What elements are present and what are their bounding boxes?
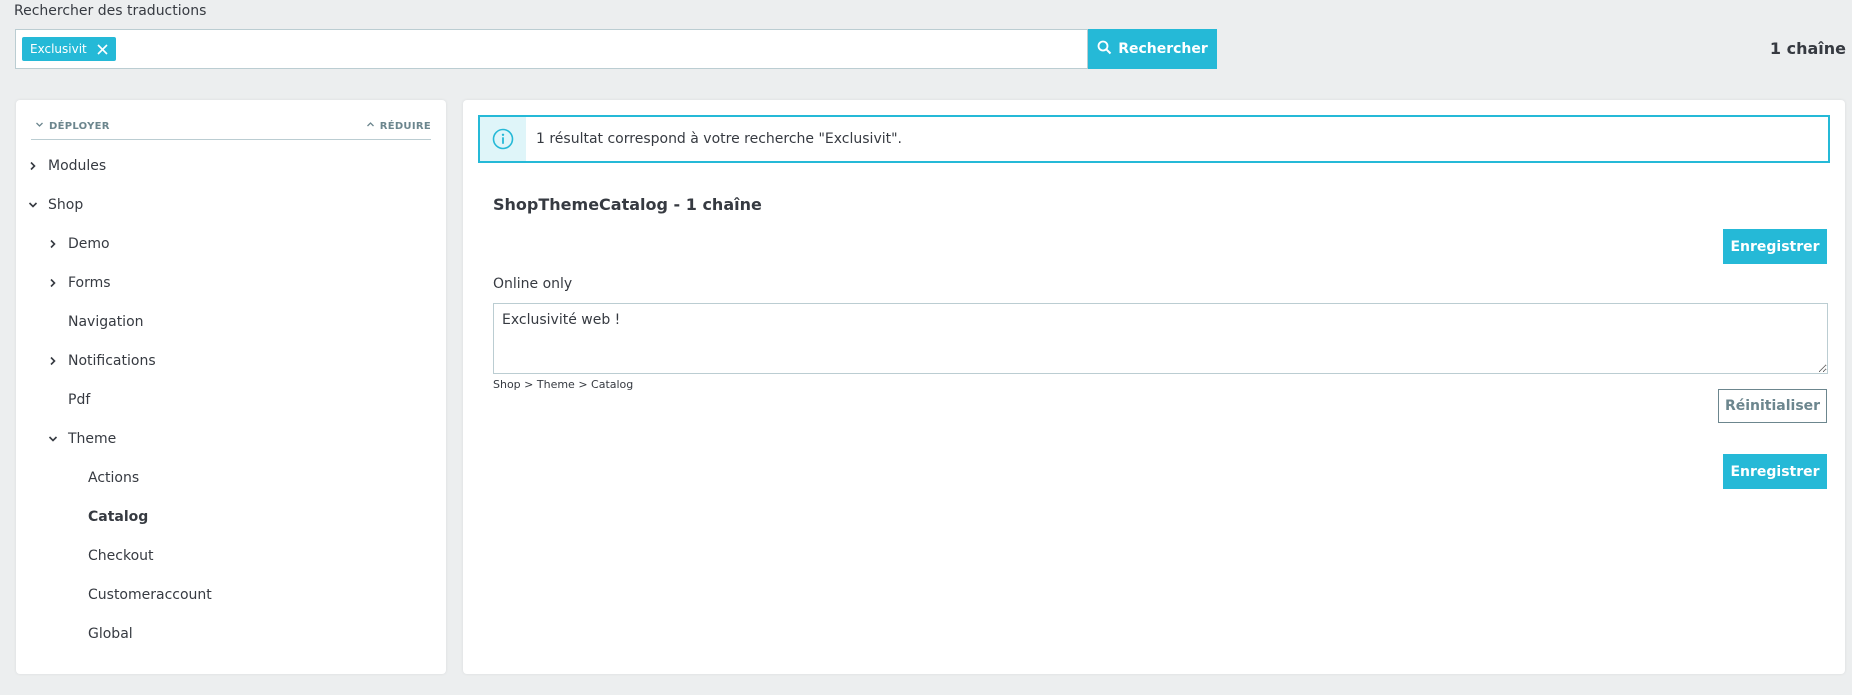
save-button-top[interactable]: Enregistrer [1723, 229, 1827, 264]
search-input[interactable]: Exclusivit [15, 29, 1088, 69]
translation-path: Shop > Theme > Catalog [493, 378, 634, 391]
chevron-down-icon[interactable] [48, 434, 68, 444]
tree-item-label: Global [88, 626, 133, 642]
tree-item-pdf[interactable]: Pdf [48, 389, 90, 411]
translation-textarea[interactable] [493, 303, 1828, 374]
chevron-right-icon[interactable] [48, 356, 68, 366]
tree-item-global[interactable]: Global [68, 623, 133, 645]
field-label: Online only [493, 276, 573, 292]
tree-item-catalog[interactable]: Catalog [68, 506, 148, 528]
chevron-down-icon[interactable] [28, 200, 48, 210]
tree-item-modules[interactable]: Modules [28, 155, 106, 177]
tree-item-label: Checkout [88, 548, 154, 564]
search-label: Rechercher des traductions [14, 3, 207, 19]
expand-all-label: DÉPLOYER [49, 120, 110, 132]
tree-item-theme[interactable]: Theme [48, 428, 116, 450]
expand-all-button[interactable]: DÉPLOYER [35, 120, 110, 132]
tree-item-label: Forms [68, 275, 111, 291]
result-count: 1 chaîne [1769, 39, 1846, 58]
chevron-down-icon [35, 120, 44, 132]
tree-item-label: Shop [48, 197, 84, 213]
collapse-all-label: RÉDUIRE [379, 120, 431, 132]
chevron-right-icon[interactable] [48, 278, 68, 288]
tree-item-label: Demo [68, 236, 110, 252]
tree-item-label: Modules [48, 158, 107, 174]
tree-item-customeraccount[interactable]: Customeraccount [68, 584, 212, 606]
chevron-right-icon[interactable] [28, 161, 48, 171]
tree-item-label: Notifications [68, 353, 156, 369]
collapse-all-button[interactable]: RÉDUIRE [366, 120, 431, 132]
alert-text: 1 résultat correspond à votre recherche … [536, 131, 903, 147]
info-icon [480, 117, 526, 161]
tree-item-checkout[interactable]: Checkout [68, 545, 154, 567]
reset-button[interactable]: Réinitialiser [1718, 389, 1827, 423]
tree-item-actions[interactable]: Actions [68, 467, 139, 489]
save-button-bottom[interactable]: Enregistrer [1723, 454, 1827, 489]
tree-item-label: Pdf [68, 392, 91, 408]
tree-item-label: Navigation [68, 314, 144, 330]
search-button-label: Rechercher [1118, 41, 1208, 57]
search-tag: Exclusivit [22, 37, 116, 61]
search-tag-label: Exclusivit [30, 42, 87, 56]
translation-tree-panel: DÉPLOYER RÉDUIRE Modules Shop Demo Forms Nav… [16, 100, 446, 674]
section-title: ShopThemeCatalog - 1 chaîne [493, 195, 762, 214]
info-alert: 1 résultat correspond à votre recherche … [478, 115, 1830, 163]
chevron-up-icon [366, 120, 375, 132]
chevron-right-icon[interactable] [48, 239, 68, 249]
results-panel: 1 résultat correspond à votre recherche … [463, 100, 1845, 674]
tree-item-label: Catalog [88, 509, 149, 525]
tree-item-demo[interactable]: Demo [48, 233, 110, 255]
tree-item-notifications[interactable]: Notifications [48, 350, 156, 372]
search-button[interactable]: Rechercher [1088, 29, 1217, 69]
tree-item-label: Customeraccount [88, 587, 212, 603]
tree-item-label: Theme [68, 431, 117, 447]
tree-item-forms[interactable]: Forms [48, 272, 111, 294]
close-icon[interactable] [97, 43, 108, 55]
tree-item-label: Actions [88, 470, 140, 486]
tree-item-shop[interactable]: Shop [28, 194, 83, 216]
tree-item-navigation[interactable]: Navigation [48, 311, 144, 333]
tree-controls: DÉPLOYER RÉDUIRE [31, 120, 431, 140]
search-icon [1097, 40, 1112, 59]
